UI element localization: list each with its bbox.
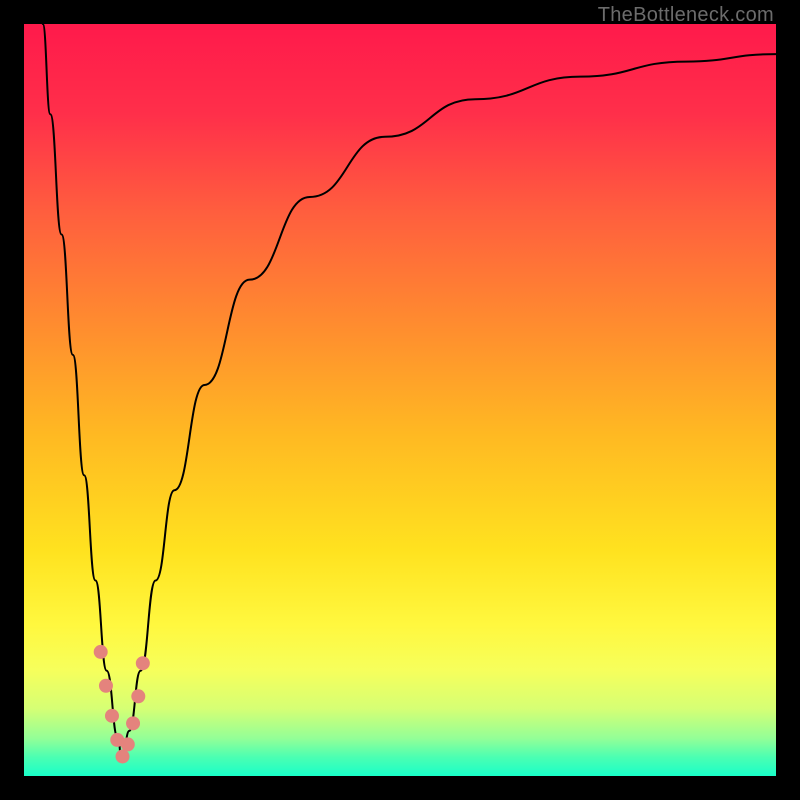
left-branch-curve <box>43 24 122 761</box>
plot-area <box>24 24 776 776</box>
marker-dot <box>94 645 108 659</box>
chart-container: TheBottleneck.com <box>0 0 800 800</box>
marker-dot <box>121 737 135 751</box>
marker-dot <box>105 709 119 723</box>
chart-overlay <box>24 24 776 776</box>
marker-dot <box>116 749 130 763</box>
watermark-text: TheBottleneck.com <box>598 4 774 27</box>
marker-dot <box>99 679 113 693</box>
marker-dot <box>136 656 150 670</box>
marker-group <box>94 645 150 764</box>
marker-dot <box>131 689 145 703</box>
marker-dot <box>126 716 140 730</box>
right-branch-curve <box>122 54 776 761</box>
